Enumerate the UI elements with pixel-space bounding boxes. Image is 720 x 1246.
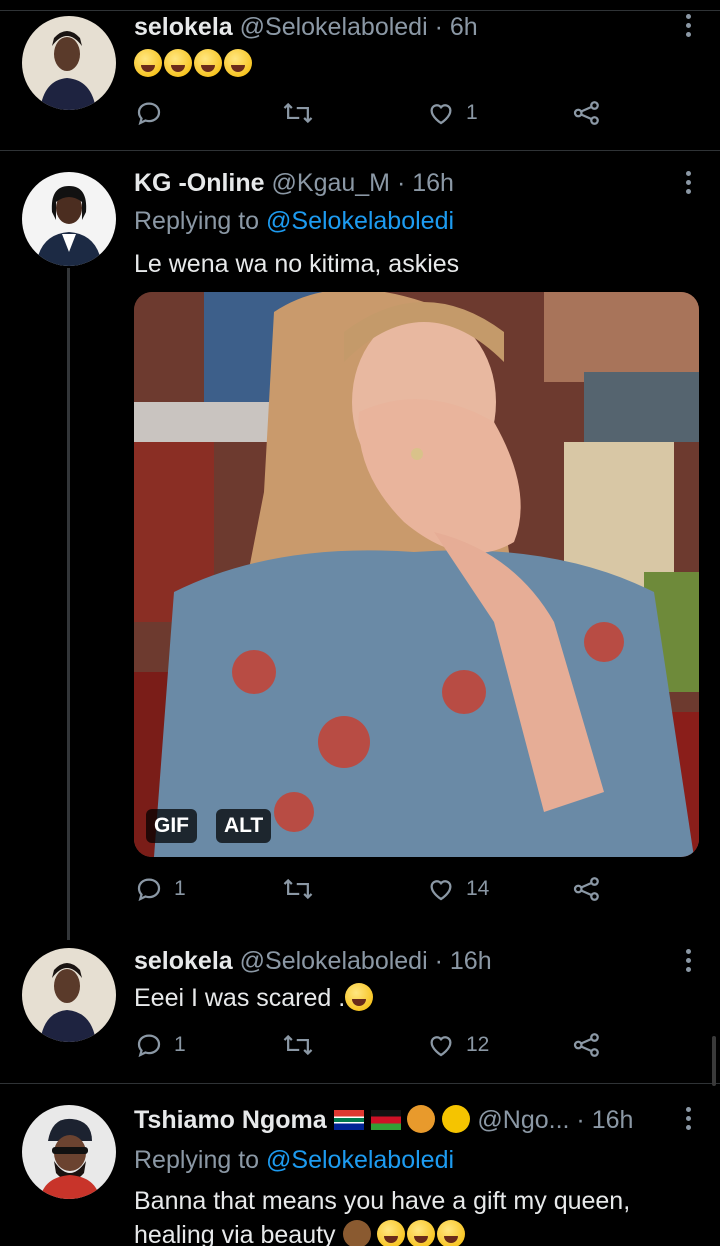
user-handle[interactable]: @Selokelaboledi: [240, 947, 428, 975]
tweet-3[interactable]: selokela @Selokelaboledi · 16h Eeei I wa…: [0, 940, 720, 1082]
joy-cat-emoji: [407, 1220, 436, 1246]
replying-to: Replying to @Selokelaboledi: [134, 206, 454, 236]
tweet-4[interactable]: Tshiamo Ngoma @Ngo... · 16h Replying to …: [0, 1083, 720, 1246]
thread-line: [67, 268, 70, 940]
tweet-text-line-1: Banna that means you have a gift my quee…: [134, 1187, 631, 1215]
retweet-button[interactable]: [282, 98, 314, 128]
like-count: 12: [466, 1033, 490, 1056]
reply-button[interactable]: [134, 98, 164, 128]
smile-emoji: [437, 1220, 466, 1246]
flag-icon: [370, 1110, 401, 1130]
retweet-button[interactable]: [282, 1030, 314, 1060]
top-divider: [0, 10, 720, 11]
like-button[interactable]: 14: [426, 874, 489, 904]
timestamp[interactable]: · 16h: [397, 169, 454, 197]
display-name[interactable]: selokela: [134, 947, 233, 975]
tweet-text: [134, 48, 254, 81]
timestamp[interactable]: · 16h: [576, 1106, 633, 1134]
avatar[interactable]: [22, 948, 116, 1042]
avatar[interactable]: [22, 1105, 116, 1199]
gif-badge: GIF: [146, 809, 197, 843]
more-options-icon[interactable]: [686, 171, 692, 194]
display-name[interactable]: KG -Online: [134, 169, 265, 197]
heart-icon: [430, 880, 452, 901]
share-button[interactable]: [572, 1030, 602, 1060]
joy-emoji: [224, 49, 252, 77]
display-name[interactable]: Tshiamo Ngoma: [134, 1106, 327, 1134]
tweet-text: Le wena wa no kitima, askies: [134, 250, 460, 278]
tweet-text-line-2: healing via beauty: [134, 1219, 467, 1246]
share-icon: [573, 877, 599, 901]
scrollbar[interactable]: [712, 1036, 716, 1086]
heart-icon: [430, 1036, 452, 1057]
heart-icon: [430, 104, 452, 125]
retweet-icon: [283, 1034, 313, 1056]
tweet-1[interactable]: selokela @Selokelaboledi · 6h 1: [0, 0, 720, 150]
joy-cat-emoji: [377, 1220, 406, 1246]
tweet-header: selokela @Selokelaboledi · 6h: [134, 12, 478, 42]
joy-emoji: [194, 49, 222, 77]
share-button[interactable]: [572, 98, 602, 128]
replying-to: Replying to @Selokelaboledi: [134, 1145, 454, 1175]
retweet-icon: [283, 102, 313, 124]
avatar[interactable]: [22, 172, 116, 266]
flag-icon: [333, 1110, 364, 1130]
share-button[interactable]: [572, 874, 602, 904]
action-bar: 1 12: [134, 1030, 614, 1066]
action-bar: 1 14: [134, 874, 614, 910]
reply-button[interactable]: 1: [134, 1030, 186, 1060]
timestamp[interactable]: · 6h: [435, 13, 478, 41]
praise-emoji: [342, 1220, 371, 1246]
tweet-text-body: Eeei I was scared .: [134, 984, 346, 1012]
retweet-button[interactable]: [282, 874, 314, 904]
user-handle[interactable]: @Selokelaboledi: [240, 13, 428, 41]
joy-emoji: [345, 983, 374, 1011]
more-options-icon[interactable]: [686, 1107, 692, 1130]
reply-icon: [137, 102, 161, 126]
like-button[interactable]: 12: [426, 1030, 489, 1060]
reply-icon: [137, 1034, 161, 1058]
gif-image: [134, 292, 699, 857]
tweet-header: selokela @Selokelaboledi · 16h: [134, 946, 492, 976]
replying-mention[interactable]: @Selokelaboledi: [266, 1146, 454, 1174]
action-bar: 1: [134, 98, 614, 134]
tweet-header: Tshiamo Ngoma @Ngo... · 16h: [134, 1105, 633, 1135]
tweet-2[interactable]: KG -Online @Kgau_M · 16h Replying to @Se…: [0, 150, 720, 940]
reply-button[interactable]: 1: [134, 874, 186, 904]
more-options-icon[interactable]: [686, 949, 692, 972]
user-handle[interactable]: @Ngo...: [477, 1106, 569, 1134]
share-icon: [573, 1033, 599, 1057]
reply-icon: [137, 878, 161, 902]
user-handle[interactable]: @Kgau_M: [272, 169, 391, 197]
joy-emoji: [134, 49, 162, 77]
replying-prefix: Replying to: [134, 207, 260, 235]
retweet-icon: [283, 878, 313, 900]
share-icon: [573, 101, 599, 125]
replying-prefix: Replying to: [134, 1146, 260, 1174]
like-count: 1: [466, 101, 478, 124]
tweet-text-line-2-body: healing via beauty: [134, 1221, 336, 1246]
avatar[interactable]: [22, 16, 116, 110]
tweet-header: KG -Online @Kgau_M · 16h: [134, 168, 454, 198]
display-name[interactable]: selokela: [134, 13, 233, 41]
alt-badge[interactable]: ALT: [216, 809, 272, 843]
reply-count: 1: [174, 1033, 186, 1056]
replying-mention[interactable]: @Selokelaboledi: [266, 207, 454, 235]
reply-count: 1: [174, 877, 186, 900]
like-button[interactable]: 1: [426, 98, 478, 128]
lion-emoji: [407, 1105, 436, 1133]
timestamp[interactable]: · 16h: [435, 947, 492, 975]
tweet-text: Eeei I was scared .: [134, 982, 375, 1015]
more-options-icon[interactable]: [686, 14, 692, 37]
like-count: 14: [466, 877, 490, 900]
cool-emoji: [442, 1105, 471, 1133]
gif-media[interactable]: GIF ALT: [134, 292, 699, 857]
joy-emoji: [164, 49, 192, 77]
